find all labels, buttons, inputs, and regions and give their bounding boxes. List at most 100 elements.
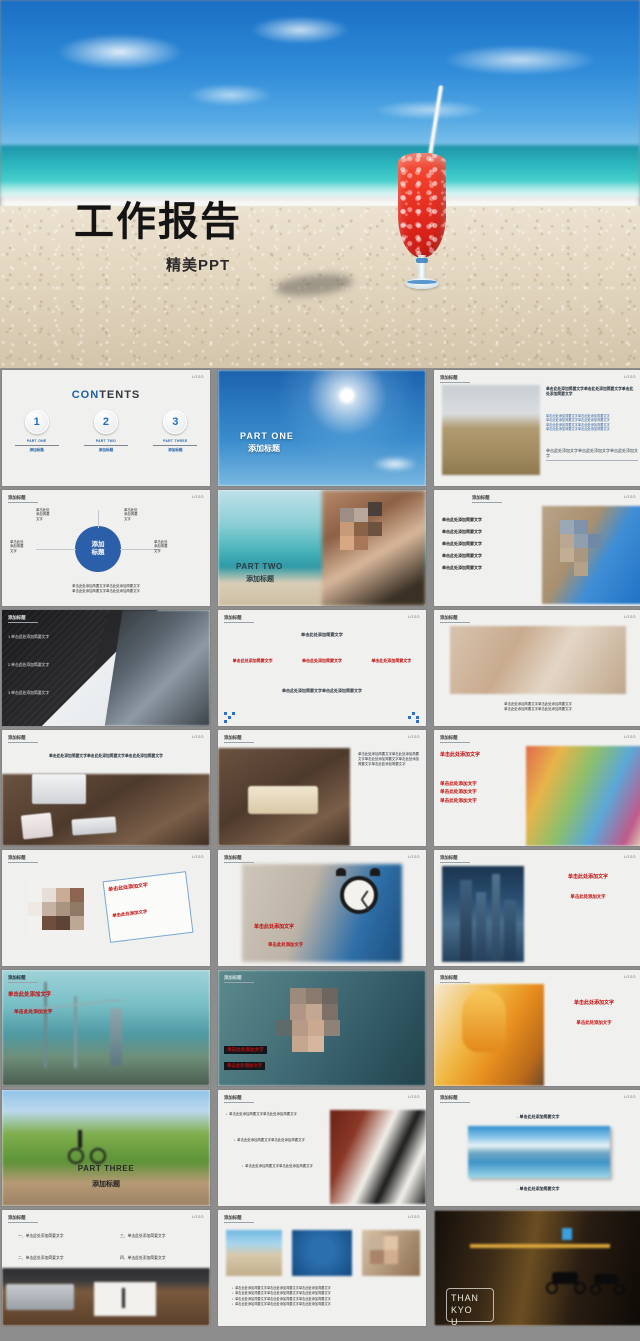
slide-dark-numbered-list[interactable]: 添加标题 1 单击此处添加简要文字 2 单击此处添加简要文字 3 单击此处添加简… <box>2 610 210 726</box>
slide-lake-photo[interactable]: 添加标题 LOGO 单击此处添加简要文字 单击此处添加简要文字 <box>434 1090 640 1206</box>
slide-thank-you[interactable]: THAN KYO U <box>434 1210 640 1326</box>
teal-line-1: 单击此处添加文字 <box>224 1046 267 1055</box>
slide-bridge-photo[interactable]: 添加标题 单击此处添加文字 单击此处添加文字 <box>2 970 210 1086</box>
diagram-node-top-right: 单击此处 添加简要 文字 <box>124 508 138 521</box>
section-cn-label: 添加标题 <box>248 444 280 453</box>
clock-bell-right <box>370 868 380 876</box>
slide-title: 添加标题 <box>8 855 38 863</box>
slide-checker-text[interactable]: 添加标题 LOGO 单击此处添加简要文字 单击此处添加简要文字 单击此处添加简要… <box>218 610 426 726</box>
connector-line <box>98 510 99 528</box>
clock-face-icon <box>340 876 378 914</box>
clock-line-1: 单击此处添加文字 <box>254 924 295 930</box>
alarm-clock-photo <box>242 864 402 962</box>
piano-keys-photo <box>330 1110 426 1204</box>
slide-gallery[interactable]: 添加标题 LOGO 单击此处添加简要文字单击此处添加简要文字单击此处添加简要文字… <box>218 1210 426 1326</box>
rock-item: 单击此处添加简要文字 <box>442 517 482 522</box>
mountain-lake-photo <box>468 1126 610 1178</box>
slide-notebook-photo[interactable]: 添加标题 LOGO 单击此处添加简要文字单击此处添加简要文字单击此处添加简要文字… <box>218 730 426 846</box>
slide-piano-bullets[interactable]: 添加标题 LOGO 单击此处添加简要文字单击此处添加简要文字 单击此处添加简要文… <box>218 1090 426 1206</box>
slide-title: 添加标题 <box>224 735 254 743</box>
slide-clock-photo[interactable]: 添加标题 LOGO 单击此处添加文字 单击此处添加文字 <box>218 850 426 966</box>
slide-books-photo[interactable]: 添加标题 LOGO 单击此处添加文字 单击此处添加文字 单击此处添加文字 单击此… <box>434 730 640 846</box>
slide-juice-photo[interactable]: 添加标题 LOGO 单击此处添加文字 单击此处添加文字 <box>434 970 640 1086</box>
contents-title-dark: TENTS <box>99 389 141 401</box>
section-en-label: PART THREE <box>77 1164 135 1173</box>
section-en-label: PART TWO <box>236 562 283 571</box>
dark-list-item-3: 3 单击此处添加简要文字 <box>8 691 50 695</box>
slide-title: 添加标题 <box>8 735 38 743</box>
numbered-item-3: 三、单击此处添加简要文字 <box>120 1234 166 1238</box>
glass-stem-band <box>416 258 428 263</box>
slide-title: 添加标题 <box>224 855 254 863</box>
contents-item-2[interactable]: 2 PART TWO 添加标题 <box>78 410 134 452</box>
dark-list-item-2: 2 单击此处添加简要文字 <box>8 663 50 667</box>
dune-heading: 单击此处添加简要文字单击此处添加简要文字单击此处添加简要文字 <box>546 387 634 397</box>
dune-footer: 单击此处添加文字单击此处添加文字单击此处添加文字 <box>546 448 638 461</box>
logo-label: LOGO <box>192 375 204 379</box>
slide-thumbnail-grid: LOGO CONTENTS 1 PART ONE 添加标题 2 PART TWO… <box>0 370 640 1326</box>
section-en-label: PART ONE <box>240 431 294 441</box>
slide-contents[interactable]: LOGO CONTENTS 1 PART ONE 添加标题 2 PART TWO… <box>2 370 210 486</box>
piano-item-3: 单击此处添加简要文字单击此处添加简要文字 <box>242 1164 313 1169</box>
slide-title: 添加标题 <box>440 615 470 623</box>
slide-section-part-two[interactable]: PART TWO 添加标题 <box>218 490 426 606</box>
books-heading: 单击此处添加文字 <box>440 752 481 758</box>
checker-decoration-left <box>224 712 236 723</box>
checker-bottom-text: 单击此处添加简要文字单击此处添加简要文字 <box>282 688 362 693</box>
logo-label: LOGO <box>192 855 204 859</box>
books-line: 单击此处添加文字 <box>440 789 477 795</box>
slide-section-part-three[interactable]: PART THREE 添加标题 <box>2 1090 210 1206</box>
books-line: 单击此处添加文字 <box>440 797 477 803</box>
ppt-template-preview: 工作报告 精美PPT LOGO CONTENTS 1 PART ONE 添加标题… <box>0 0 640 1341</box>
slide-dune-text[interactable]: 添加标题 LOGO 单击此处添加简要文字单击此处添加简要文字单击此处添加简要文字… <box>434 370 640 486</box>
mosaic-censor <box>560 520 604 578</box>
cloud-photo <box>372 456 418 472</box>
diagram-node-top-left: 单击此处 添加简要 文字 <box>36 508 50 521</box>
checker-col-1: 单击此处添加简要文字 <box>232 658 273 663</box>
thanks-line-1: THAN <box>451 1292 479 1303</box>
gallery-line: 单击此处添加简要文字单击此处添加简要文字单击此处添加简要文字 <box>232 1302 331 1307</box>
juice-line-2: 单击此处添加文字 <box>576 1020 612 1025</box>
bridge-road-photo <box>2 970 210 1086</box>
slide-section-part-one[interactable]: PART ONE 添加标题 <box>218 370 426 486</box>
logo-label: LOGO <box>624 975 636 979</box>
diagram-center-line2: 标题 <box>91 549 105 556</box>
numbered-item-1: 一、单击此处添加简要文字 <box>18 1234 64 1238</box>
slide-imac-photo[interactable]: 添加标题 LOGO 单击此处添加简要文字单击此处添加简要文字单击此处添加简要文字 <box>2 730 210 846</box>
logo-label: LOGO <box>624 495 636 499</box>
slide-desk-photo[interactable]: 添加标题 LOGO 单击此处添加简要文字单击此处添加简要文字 单击此处添加简要文… <box>434 610 640 726</box>
bridge-line-1: 单击此处添加文字 <box>8 992 52 998</box>
teal-line-2: 单击此处添加文字 <box>224 1062 266 1070</box>
logo-label: LOGO <box>192 495 204 499</box>
logo-label: LOGO <box>408 735 420 739</box>
gallery-photo-2 <box>292 1230 352 1276</box>
contents-label-2: PART TWO <box>95 439 117 443</box>
mosaic-censor <box>276 988 358 1062</box>
thanks-line-2: KYO <box>451 1304 473 1315</box>
contents-item-3[interactable]: 3 PART THREE 添加标题 <box>147 410 203 452</box>
divider <box>83 445 128 447</box>
contents-item-1[interactable]: 1 PART ONE 添加标题 <box>9 410 65 452</box>
slide-tilted-frame[interactable]: 添加标题 LOGO 单击此处添加文字 单击此处添加文字 <box>2 850 210 966</box>
open-book-icon <box>248 786 318 814</box>
slide-title: 添加标题 <box>224 1215 254 1223</box>
rock-item: 单击此处添加简要文字 <box>442 529 482 534</box>
slide-radial-diagram[interactable]: 添加标题 LOGO 添加 标题 单击此处 添加简要 文字 单击此处 添加简要 文… <box>2 490 210 606</box>
lake-bottom-text: 单击此处添加简要文字 <box>434 1186 640 1191</box>
slide-title: 添加标题 <box>440 855 470 863</box>
slide-teal-mosaic[interactable]: 添加标题 单击此处添加文字 单击此处添加文字 <box>218 970 426 1086</box>
slide-numbered-laptop[interactable]: 添加标题 LOGO 一、单击此处添加简要文字 三、单击此处添加简要文字 二、单击… <box>2 1210 210 1326</box>
thanks-line-3: U <box>451 1316 459 1326</box>
slide-title: 添加标题 <box>224 615 254 623</box>
slide-rock-list[interactable]: 添加标题 LOGO 单击此处添加简要文字 单击此处添加简要文字 单击此处添加简要… <box>434 490 640 606</box>
cover-slide[interactable]: 工作报告 精美PPT <box>0 0 640 368</box>
slide-title: 添加标题 <box>440 975 470 983</box>
logo-label: LOGO <box>408 1215 420 1219</box>
diagram-node-right: 单击此处 添加简要 文字 <box>154 540 168 553</box>
dune-photo <box>442 385 540 475</box>
contents-number-3: 3 <box>163 410 188 434</box>
slide-city-photo[interactable]: 添加标题 LOGO 单击此处添加文字 单击此处添加文字 <box>434 850 640 966</box>
slide-title: 添加标题 <box>440 735 470 743</box>
connector-line <box>36 549 76 550</box>
slide-title: 添加标题 <box>8 975 38 983</box>
